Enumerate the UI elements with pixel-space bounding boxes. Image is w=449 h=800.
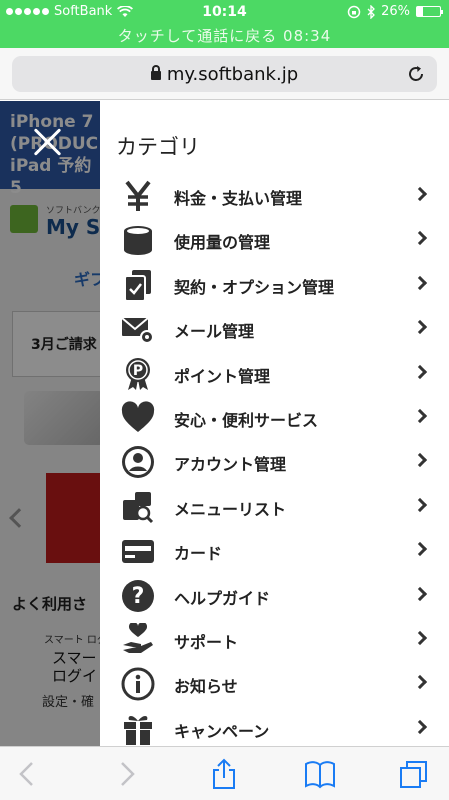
- address-bar-area: my.softbank.jp: [0, 48, 449, 100]
- svg-text:?: ?: [132, 584, 145, 609]
- share-icon[interactable]: [208, 758, 240, 790]
- database-icon: [120, 222, 156, 258]
- account-icon: [120, 444, 156, 480]
- menu-item-label: アカウント管理: [174, 455, 287, 475]
- chevron-right-icon: [412, 542, 428, 557]
- drawer-title: カテゴリ: [116, 135, 200, 159]
- status-bar: SoftBank 10:14 26% タッチして通話に戻る 08:34: [0, 0, 449, 48]
- menu-item-label: お知らせ: [174, 677, 238, 697]
- menu-item-news[interactable]: お知らせ: [100, 661, 449, 705]
- card-icon: [120, 533, 156, 569]
- category-menu: 料金・支払い管理 使用量の管理 契約・オプション管理 メール管理 P ポイント管…: [100, 173, 449, 746]
- rotation-lock-icon: [347, 5, 361, 18]
- overlay-dim[interactable]: [0, 101, 100, 746]
- support-hand-icon: [120, 622, 156, 658]
- gift-icon: [120, 711, 156, 746]
- forward-icon[interactable]: [110, 758, 142, 790]
- menu-item-label: 契約・オプション管理: [174, 277, 335, 297]
- menu-item-label: 使用量の管理: [174, 233, 271, 253]
- menu-list-search-icon: [120, 489, 156, 525]
- mail-gear-icon: [120, 311, 156, 347]
- reload-icon[interactable]: [405, 63, 427, 85]
- help-icon: ?: [120, 578, 156, 614]
- menu-item-label: メニューリスト: [174, 499, 287, 519]
- chevron-right-icon: [412, 231, 428, 246]
- lock-icon: [150, 65, 161, 80]
- battery-percent: 26%: [381, 4, 410, 19]
- heart-icon: [120, 400, 156, 436]
- menu-item-menu-list[interactable]: メニューリスト: [100, 484, 449, 528]
- menu-item-campaign[interactable]: キャンペーン: [100, 706, 449, 746]
- chevron-right-icon: [412, 675, 428, 690]
- menu-item-label: 料金・支払い管理: [174, 189, 303, 208]
- chevron-right-icon: [412, 719, 428, 734]
- menu-item-support[interactable]: サポート: [100, 617, 449, 661]
- svg-text:P: P: [133, 363, 143, 379]
- chevron-right-icon: [412, 453, 428, 468]
- menu-item-label: ポイント管理: [174, 366, 271, 386]
- info-icon: [120, 666, 156, 702]
- menu-item-usage[interactable]: 使用量の管理: [100, 217, 449, 261]
- bluetooth-icon: [367, 4, 376, 19]
- menu-item-label: カード: [174, 544, 223, 564]
- menu-item-points[interactable]: P ポイント管理: [100, 351, 449, 395]
- bookmarks-icon[interactable]: [304, 758, 336, 790]
- chevron-right-icon: [412, 275, 428, 290]
- menu-item-card[interactable]: カード: [100, 528, 449, 572]
- back-icon[interactable]: [12, 758, 44, 790]
- chevron-right-icon: [412, 408, 428, 424]
- call-return-banner[interactable]: タッチして通話に戻る 08:34: [0, 25, 449, 46]
- menu-item-mail[interactable]: メール管理: [100, 306, 449, 350]
- category-drawer: カテゴリ 料金・支払い管理 使用量の管理 契約・オプション管理 メール管理 P …: [100, 101, 449, 746]
- battery-icon: [416, 6, 443, 17]
- menu-item-label: サポート: [174, 632, 239, 652]
- address-bar[interactable]: my.softbank.jp: [12, 56, 437, 92]
- menu-item-label: メール管理: [174, 322, 255, 342]
- menu-item-account[interactable]: アカウント管理: [100, 439, 449, 483]
- chevron-right-icon: [412, 586, 428, 601]
- tabs-icon[interactable]: [398, 758, 430, 790]
- menu-item-billing[interactable]: 料金・支払い管理: [100, 173, 449, 217]
- menu-item-label: 安心・便利サービス: [174, 410, 319, 430]
- chevron-right-icon: [412, 630, 428, 645]
- menu-item-label: キャンペーン: [174, 721, 270, 741]
- menu-item-label: ヘルプガイド: [174, 588, 271, 608]
- chevron-right-icon: [412, 497, 428, 512]
- chevron-right-icon: [412, 364, 428, 379]
- browser-toolbar: [0, 746, 449, 800]
- menu-item-help[interactable]: ? ヘルプガイド: [100, 573, 449, 617]
- yen-icon: [120, 178, 156, 214]
- point-badge-icon: P: [120, 356, 156, 392]
- url-text: my.softbank.jp: [166, 64, 299, 85]
- chevron-right-icon: [412, 186, 428, 202]
- menu-item-safety-services[interactable]: 安心・便利サービス: [100, 395, 449, 439]
- close-menu-button[interactable]: [32, 126, 64, 158]
- menu-item-contract[interactable]: 契約・オプション管理: [100, 262, 449, 306]
- chevron-right-icon: [412, 320, 428, 335]
- contract-check-icon: [120, 267, 156, 303]
